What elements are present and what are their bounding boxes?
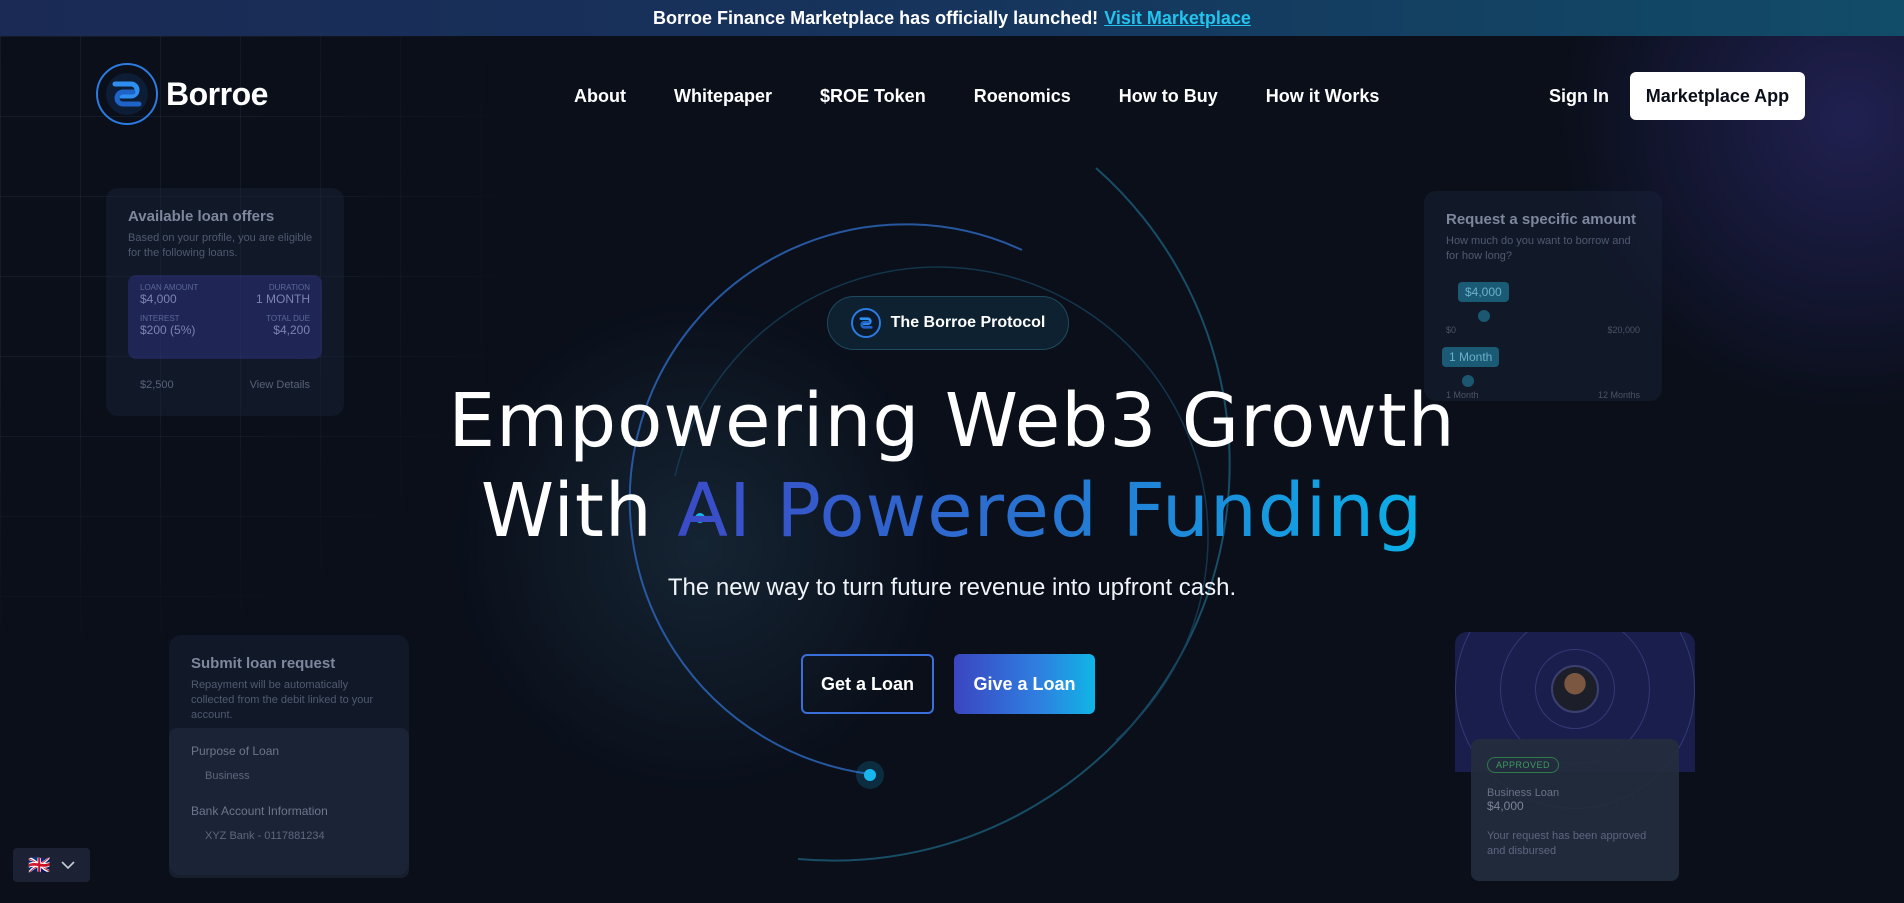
loan-amount-value: $4,000: [140, 292, 177, 306]
interest-value: $200 (5%): [140, 323, 196, 337]
orbit-dot-glow: [856, 761, 884, 789]
duration-value: 1 MONTH: [256, 292, 310, 306]
interest-key: INTEREST: [140, 314, 180, 323]
uk-flag-icon: 🇬🇧: [28, 854, 51, 875]
loan-amount-key: LOAN AMOUNT: [140, 283, 199, 292]
amount-min-label: $0: [1446, 325, 1457, 335]
request-amount-desc: How much do you want to borrow and for h…: [1446, 235, 1631, 262]
amount-pill: $4,000: [1458, 282, 1509, 302]
hero-section: Available loan offers Based on your prof…: [0, 36, 1904, 903]
amount-slider-handle: [1478, 310, 1490, 322]
submit-request-title: Submit loan request: [191, 655, 336, 672]
amount-max-label: $20,000: [1607, 325, 1640, 335]
marketplace-app-button[interactable]: Marketplace App: [1630, 72, 1805, 120]
hero-title-line1: Empowering Web3 Growth: [448, 378, 1456, 464]
avatar: [1551, 665, 1599, 713]
nav-roenomics[interactable]: Roenomics: [974, 86, 1071, 107]
duration-pill: 1 Month: [1442, 347, 1500, 367]
hero-title: Empowering Web3 Growth With AI Powered F…: [352, 376, 1552, 556]
borroe-logo-icon-small: [850, 308, 881, 338]
nav-about[interactable]: About: [574, 86, 626, 107]
nav-roe-token[interactable]: $ROE Token: [820, 86, 926, 107]
nav-whitepaper[interactable]: Whitepaper: [674, 86, 772, 107]
borroe-logo-icon: [96, 63, 158, 125]
loan-offers-desc: Based on your profile, you are eligible …: [128, 232, 313, 259]
visit-marketplace-link[interactable]: Visit Marketplace: [1104, 8, 1251, 29]
total-due-key: TOTAL DUE: [266, 314, 310, 323]
approved-card: APPROVED Business Loan $4,000 Your reque…: [1455, 632, 1695, 902]
approved-amount: $4,000: [1487, 799, 1524, 813]
bank-value: XYZ Bank - 0117881234: [205, 830, 325, 842]
sign-in-link[interactable]: Sign In: [1549, 86, 1609, 107]
protocol-badge: The Borroe Protocol: [827, 296, 1069, 350]
duration-max-label: 12 Months: [1597, 390, 1640, 400]
request-amount-title: Request a specific amount: [1446, 211, 1637, 228]
announcement-text: Borroe Finance Marketplace has officiall…: [653, 7, 1099, 28]
hero-subtitle: The new way to turn future revenue into …: [667, 574, 1237, 601]
duration-key: DURATION: [268, 283, 310, 292]
hero-title-line2-prefix: With: [480, 468, 678, 554]
protocol-badge-label: The Borroe Protocol: [890, 314, 1046, 331]
submit-request-card: Submit loan request Repayment will be au…: [169, 635, 409, 878]
approved-message: Your request has been approved and disbu…: [1487, 830, 1647, 857]
request-amount-card: Request a specific amount How much do yo…: [1424, 191, 1662, 401]
main-nav: About Whitepaper $ROE Token Roenomics Ho…: [574, 86, 1379, 107]
loan-offer-box: LOAN AMOUNT $4,000 DURATION 1 MONTH INTE…: [128, 275, 322, 359]
total-due-value: $4,200: [273, 323, 310, 337]
purpose-value: Business: [205, 770, 250, 782]
approved-card-body: APPROVED Business Loan $4,000 Your reque…: [1471, 739, 1679, 881]
loan-offers-title: Available loan offers: [128, 208, 275, 225]
nav-how-to-buy[interactable]: How to Buy: [1119, 86, 1218, 107]
second-offer-amount: $2,500: [140, 379, 174, 391]
give-loan-button[interactable]: Give a Loan: [954, 654, 1095, 714]
announcement-bar: Borroe Finance Marketplace has officiall…: [0, 0, 1904, 36]
language-selector[interactable]: 🇬🇧: [13, 848, 90, 882]
brand-logo[interactable]: Borroe: [96, 63, 268, 125]
hero-title-highlight: AI Powered Funding: [677, 468, 1424, 554]
chevron-down-icon: [61, 861, 75, 870]
view-details-link: View Details: [249, 379, 310, 391]
purpose-label: Purpose of Loan: [191, 744, 280, 758]
loan-offers-card: Available loan offers Based on your prof…: [106, 188, 344, 416]
submit-request-desc: Repayment will be automatically collecte…: [191, 679, 374, 721]
loan-type: Business Loan: [1487, 787, 1560, 799]
status-badge: APPROVED: [1487, 757, 1560, 773]
brand-name: Borroe: [166, 75, 268, 112]
submit-request-form: Purpose of Loan Business Bank Account In…: [169, 728, 409, 878]
nav-how-it-works[interactable]: How it Works: [1266, 86, 1380, 107]
get-loan-button[interactable]: Get a Loan: [801, 654, 934, 714]
bank-label: Bank Account Information: [191, 804, 328, 818]
